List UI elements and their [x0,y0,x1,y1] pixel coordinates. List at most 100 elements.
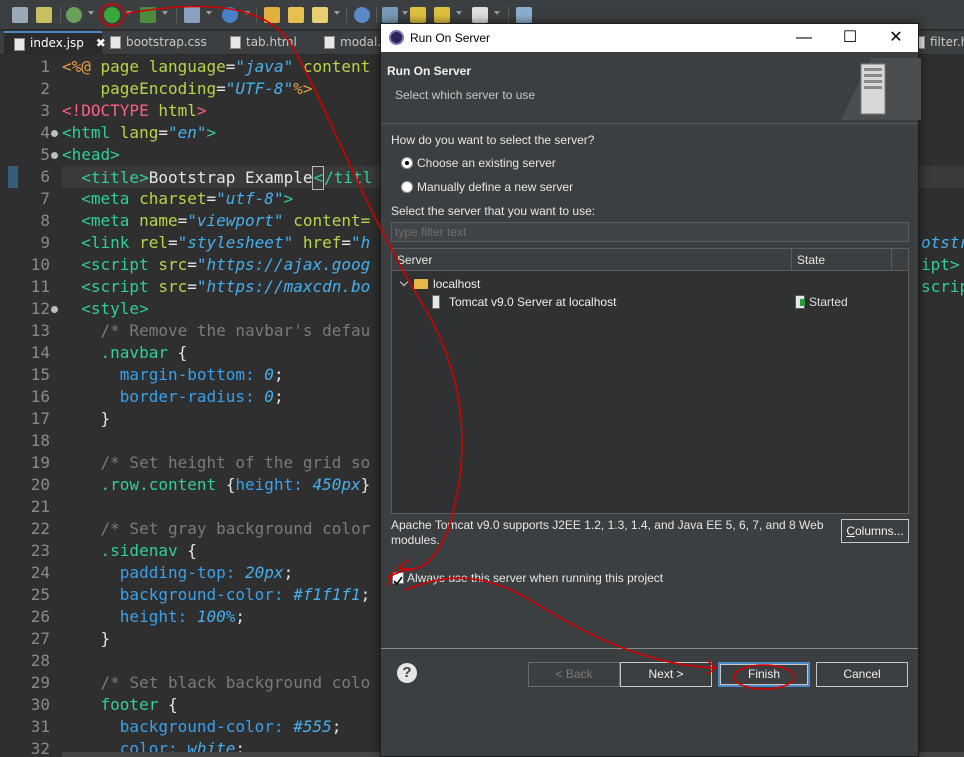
tab-label: tab.html [246,35,297,49]
tab-modal-html[interactable]: modal.h [314,31,389,55]
new-window-icon[interactable] [516,7,532,23]
dialog-body: How do you want to select the server? Ch… [381,125,918,649]
chevron-down-icon[interactable] [126,11,132,15]
tree-row-tomcat[interactable]: Tomcat v9.0 Server at localhost Started [392,293,908,311]
banner-title: Run On Server [387,64,472,78]
code-line: <meta name="viewport" content= [62,211,371,230]
globe-icon[interactable] [222,7,238,23]
line-number: 12 [30,299,50,318]
line-number: 24 [30,563,50,582]
code-line: background-color: #555; [62,717,342,736]
columns-button[interactable]: Columns... [841,519,909,543]
dialog-button-bar: ? < Back Next > Finish Cancel [381,648,918,756]
code-line: } [62,409,111,428]
chevron-down-icon[interactable] [456,11,462,15]
tree-row-localhost[interactable]: localhost [392,275,908,293]
line-number: 31 [30,717,50,736]
code-line: margin-bottom: 0; [62,365,284,384]
code-line: <head> [62,145,120,164]
server-table[interactable]: Server State localhost Tomcat v9.0 Serve… [391,248,909,514]
code-line: border-radius: 0; [62,387,284,406]
checkmark-icon [393,576,403,586]
next-button[interactable]: Next > [620,662,712,687]
fold-toggle-icon[interactable] [51,152,58,159]
code-line: <!DOCTYPE html> [62,101,207,120]
column-header-server[interactable]: Server [392,249,792,271]
existing-server-label[interactable]: Choose an existing server [417,156,556,170]
run-on-server-icon[interactable] [140,7,156,23]
line-number: 3 [40,101,50,120]
line-number: 14 [30,343,50,362]
chevron-down-icon[interactable] [494,11,500,15]
always-use-checkbox[interactable] [392,572,404,586]
line-number: 20 [30,475,50,494]
toggle-comment-icon[interactable] [36,7,52,23]
toolbar-separator [256,7,257,23]
chevron-down-icon[interactable] [162,11,168,15]
code-line: } [62,629,111,648]
close-button[interactable]: ✕ [873,24,919,52]
tab-bootstrap-css[interactable]: bootstrap.css [100,31,218,55]
chevron-down-icon[interactable] [399,277,409,287]
chevron-down-icon[interactable] [334,11,340,15]
debug-icon[interactable] [66,7,82,23]
help-icon[interactable]: ? [397,663,417,683]
chevron-down-icon[interactable] [244,11,250,15]
code-line: <meta charset="utf-8"> [62,189,294,208]
tab-tab-html[interactable]: tab.html [220,31,314,55]
tomcat-server-icon [432,295,440,309]
fold-toggle-icon[interactable] [51,306,58,313]
file-icon [324,36,335,49]
finish-button[interactable]: Finish [718,662,810,687]
forward-icon[interactable] [472,7,488,23]
back-icon[interactable] [410,7,426,23]
dialog-titlebar[interactable]: Run On Server — ☐ ✕ [381,24,918,52]
chevron-down-icon[interactable] [206,11,212,15]
tab-index-jsp[interactable]: index.jsp ✖ [4,31,106,55]
always-use-label[interactable]: Always use this server when running this… [407,571,663,585]
minimize-button[interactable]: — [781,24,827,52]
new-server-icon[interactable] [184,7,200,23]
code-line: height: 100%; [62,607,246,626]
new-server-radio[interactable] [401,181,413,193]
back-button[interactable]: < Back [528,662,620,687]
run-on-server-dialog: Run On Server — ☐ ✕ Run On Server Select… [380,23,921,757]
save-all-icon[interactable] [12,7,28,23]
existing-server-radio[interactable] [401,157,413,169]
back-icon[interactable] [434,7,450,23]
column-header-filler [892,249,908,271]
column-header-state[interactable]: State [792,249,892,271]
eclipse-icon [389,30,404,45]
line-number: 19 [30,453,50,472]
code-line: <title>Bootstrap Example</titl [62,166,372,190]
web-browser-icon[interactable] [354,7,370,23]
filter-input[interactable] [391,222,909,242]
toolbar-separator [176,7,177,23]
line-number: 9 [40,233,50,252]
line-number: 5 [40,145,50,164]
run-icon[interactable] [104,7,120,23]
server-name: Tomcat v9.0 Server at localhost [449,295,617,309]
dialog-title: Run On Server [410,31,491,45]
fold-toggle-icon[interactable] [51,130,58,137]
columns-button-label: olumns... [854,524,904,538]
line-number: 17 [30,409,50,428]
cancel-button[interactable]: Cancel [816,662,908,687]
pen-icon[interactable] [312,7,328,23]
line-number: 30 [30,695,50,714]
new-server-label[interactable]: Manually define a new server [417,180,573,194]
code-line: background-color: #f1f1f1; [62,585,371,604]
open-file-icon[interactable] [288,7,304,23]
file-icon [14,38,25,51]
maximize-button[interactable]: ☐ [827,24,873,52]
tab-label: bootstrap.css [126,35,207,49]
line-number: 18 [30,431,50,450]
open-folder-icon[interactable] [264,7,280,23]
code-line: footer { [62,695,178,714]
search-icon[interactable] [382,7,398,23]
chevron-down-icon[interactable] [88,11,94,15]
chevron-down-icon[interactable] [402,11,408,15]
